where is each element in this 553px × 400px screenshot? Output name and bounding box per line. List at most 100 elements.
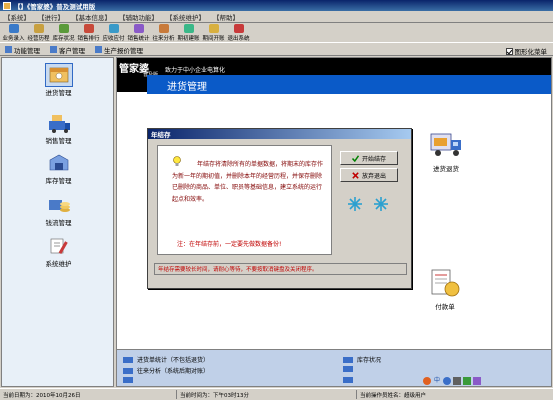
content-area: 管家婆 致力于中小企业电算化 普及版 进货管理 进货退货 付款单 年结存 年结存…: [116, 57, 552, 387]
toolbar-label: 业务录入: [2, 36, 25, 42]
menu-help[interactable]: 【帮助】: [209, 12, 243, 22]
sidebar-item-purchase[interactable]: 进货管理: [2, 63, 115, 104]
toolbar-history-button[interactable]: 经营历程: [26, 22, 51, 42]
sidebar-label: 进货管理: [45, 89, 72, 97]
purchase-return-shortcut[interactable]: 进货退货: [426, 130, 466, 173]
main-window: 【】《管家婆》普及测试用版 【系统】 【进行】 【基本信息】 【辅助功能】 【系…: [0, 0, 553, 400]
exit-icon: [233, 24, 244, 33]
ime-mode-icon: 中: [433, 377, 440, 384]
entry-icon: [8, 24, 19, 33]
menu-system[interactable]: 【系统】: [0, 12, 34, 22]
title-bar: 【】《管家婆》普及测试用版: [0, 0, 553, 11]
ime-moon-icon: [443, 377, 451, 385]
history-icon: [33, 24, 44, 33]
ledger-icon: [183, 24, 194, 33]
link-purchase-stats[interactable]: 进货单统计（不包括退货）: [123, 355, 209, 364]
toolbar: 业务录入 经营历程 库存状况 销售排行 应收应付 销售统计 往来分析 期初建账 …: [0, 23, 553, 43]
strip-quote-mgmt[interactable]: 生产报价管理: [90, 45, 148, 55]
toolbar-sales-stats-button[interactable]: 销售统计: [126, 22, 151, 42]
toolbar-payable-button[interactable]: 应收应付: [101, 22, 126, 42]
link-blank[interactable]: [343, 377, 357, 383]
link-icon: [123, 356, 133, 363]
sidebar-item-sales[interactable]: 销售管理: [2, 112, 115, 152]
link-icon: [123, 367, 133, 374]
quick-links-bar: 进货单统计（不包括退货） 往来分析（系统后期对账） 库存状况: [117, 349, 551, 386]
menu-maintenance[interactable]: 【系统维护】: [162, 12, 209, 22]
strip-label: 客户管理: [59, 46, 85, 55]
calendar-icon: [208, 24, 219, 33]
toolbar-stock-button[interactable]: 库存状况: [51, 22, 76, 42]
truck-icon: [430, 133, 461, 156]
toolbar-open-account-button[interactable]: 期初建账: [176, 22, 201, 42]
sidebar: 进货管理 销售管理 库存管理 钱流管理 系统维护: [1, 57, 114, 387]
status-user: 当前操作员姓名：超级用户: [360, 392, 427, 399]
link-icon: [343, 366, 353, 372]
customer-icon: [50, 46, 57, 53]
toolbar-label: 库存状况: [52, 36, 75, 42]
menu-basic-info[interactable]: 【基本信息】: [68, 12, 115, 22]
module-title: 进货管理: [167, 82, 207, 93]
sidebar-item-maintenance[interactable]: 系统维护: [2, 235, 115, 275]
snowflake-icon: [348, 197, 362, 211]
strip-label: 功能管理: [14, 46, 40, 55]
link-label: 进货单统计（不包括退货）: [137, 357, 210, 364]
stats-icon: [133, 24, 144, 33]
toolbar-exit-button[interactable]: 退出系统: [226, 22, 251, 42]
function-icon: [5, 46, 12, 53]
ime-keyboard-icon: [463, 377, 471, 385]
purchase-icon: [44, 63, 73, 87]
toolbar-label: 经营历程: [27, 36, 50, 42]
checkbox-box[interactable]: [505, 47, 513, 55]
button-label: 开始结存: [361, 155, 386, 163]
check-icon: [351, 154, 359, 162]
year-end-dialog: 年结存 年结存将清除所有的单据数据，将期末的库存作为新一年的期初值，并删除本年的…: [147, 128, 412, 289]
toolbar-entry-button[interactable]: 业务录入: [1, 22, 26, 42]
sidebar-item-inventory[interactable]: 库存管理: [2, 152, 115, 192]
shortcut-label: 进货退货: [433, 165, 459, 173]
link-stock-status[interactable]: 库存状况: [343, 355, 381, 364]
bill-coin-icon: [431, 269, 460, 297]
ime-wrench-icon: [473, 377, 481, 385]
menu-run[interactable]: 【进行】: [34, 12, 68, 22]
shortcut-label: 付款单: [435, 303, 455, 311]
menu-assist[interactable]: 【辅助功能】: [115, 12, 162, 22]
link-icon: [123, 377, 133, 383]
sidebar-label: 钱流管理: [45, 219, 72, 227]
toolbar-analysis-button[interactable]: 往来分析: [151, 22, 176, 42]
start-year-end-button[interactable]: 开始结存: [340, 151, 398, 165]
brand-slogan: 致力于中小企业电算化: [165, 67, 226, 74]
link-blank[interactable]: [343, 366, 357, 372]
cancel-exit-button[interactable]: 放弃退出: [340, 168, 398, 182]
sidebar-label: 系统维护: [45, 260, 72, 268]
ime-toolbar[interactable]: 中: [423, 377, 481, 385]
strip-label: 生产报价管理: [104, 46, 143, 55]
strip-function-mgmt[interactable]: 功能管理: [0, 45, 45, 55]
link-label: 往来分析（系统后期对账）: [137, 368, 210, 375]
status-time: 当前时间为：下午03时13分: [180, 392, 249, 399]
snowflake-icon: [374, 197, 388, 211]
dialog-status-line: 年结存需要较长时间，请耐心等待，不要按取消键盘及关闭程序。: [154, 263, 407, 275]
toolbar-label: 往来分析: [152, 36, 175, 42]
analysis-icon: [158, 24, 169, 33]
inventory-icon: [49, 154, 68, 171]
status-bar: 当前日期为：2010年10月26日 当前时间为：下午03时13分 当前操作员姓名…: [0, 388, 553, 400]
status-separator: [356, 390, 357, 399]
module-strip: 功能管理 客户管理 生产报价管理 图形化菜单: [0, 44, 553, 56]
sidebar-item-cash[interactable]: 钱流管理: [2, 194, 115, 234]
strip-customer-mgmt[interactable]: 客户管理: [45, 45, 90, 55]
status-date: 当前日期为：2010年10月26日: [3, 392, 81, 399]
link-account-analysis[interactable]: 往来分析（系统后期对账）: [123, 366, 209, 375]
graphic-menu-checkbox[interactable]: 图形化菜单: [505, 46, 547, 56]
toolbar-label: 期初建账: [177, 36, 200, 42]
toolbar-label: 期间开账: [202, 36, 225, 42]
toolbar-label: 应收应付: [102, 36, 125, 42]
ime-logo-icon: [423, 377, 431, 385]
payment-bill-shortcut[interactable]: 付款单: [425, 268, 465, 311]
link-icon: [343, 356, 353, 363]
wrench-icon: [50, 238, 68, 255]
toolbar-rank-button[interactable]: 销售排行: [76, 22, 101, 42]
link-blank[interactable]: [123, 377, 137, 383]
rank-icon: [83, 24, 94, 33]
toolbar-label: 销售统计: [127, 36, 150, 42]
toolbar-period-button[interactable]: 期间开账: [201, 22, 226, 42]
